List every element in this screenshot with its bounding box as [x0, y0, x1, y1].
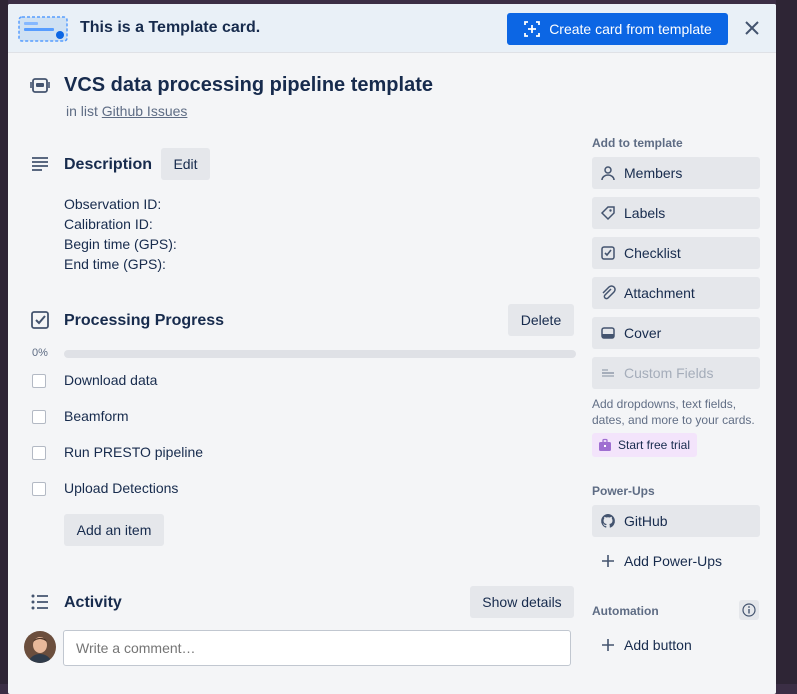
create-card-from-template-button[interactable]: Create card from template: [507, 13, 728, 45]
labels-button[interactable]: Labels: [592, 197, 760, 229]
fields-icon: [600, 365, 616, 381]
checklist-progress-bar: [64, 350, 576, 358]
custom-fields-label: Custom Fields: [624, 365, 714, 381]
github-label: GitHub: [624, 513, 668, 529]
power-ups-heading: Power-Ups: [592, 484, 655, 498]
show-details-button[interactable]: Show details: [470, 586, 574, 618]
custom-fields-button[interactable]: Custom Fields: [592, 357, 760, 389]
github-power-up-button[interactable]: GitHub: [592, 505, 760, 537]
checklist-item[interactable]: Upload Detections: [32, 479, 178, 499]
edit-description-button[interactable]: Edit: [161, 148, 210, 180]
members-button[interactable]: Members: [592, 157, 760, 189]
add-button-label: Add button: [624, 637, 692, 653]
comment-input[interactable]: [63, 630, 571, 666]
delete-checklist-button[interactable]: Delete: [508, 304, 574, 336]
add-to-template-heading: Add to template: [592, 136, 683, 150]
checkbox[interactable]: [32, 374, 46, 388]
automation-heading: Automation: [592, 604, 659, 618]
create-card-icon: [524, 21, 541, 37]
labels-label: Labels: [624, 205, 666, 221]
attachment-button[interactable]: Attachment: [592, 277, 760, 309]
checkbox[interactable]: [32, 446, 46, 460]
plus-icon: [600, 637, 616, 653]
template-card-illustration-icon: [18, 16, 68, 42]
add-automation-button[interactable]: Add button: [592, 629, 760, 661]
checklist-item-label[interactable]: Upload Detections: [64, 480, 178, 496]
card-icon: [30, 75, 50, 95]
template-banner-text: This is a Template card.: [80, 19, 261, 36]
checklist-item[interactable]: Beamform: [32, 407, 129, 427]
checklist-button[interactable]: Checklist: [592, 237, 760, 269]
checkbox[interactable]: [32, 482, 46, 496]
list-link[interactable]: Github Issues: [102, 103, 188, 119]
checklist-icon: [30, 310, 50, 330]
add-power-ups-label: Add Power-Ups: [624, 553, 723, 569]
custom-fields-note: Add dropdowns, text fields, dates, and m…: [592, 397, 755, 427]
checkbox-icon: [600, 245, 616, 261]
card-detail-dialog: This is a Template card. Create card fro…: [8, 4, 776, 694]
checklist-label: Checklist: [624, 245, 681, 261]
template-banner: This is a Template card. Create card fro…: [8, 4, 776, 53]
activity-icon: [30, 592, 50, 612]
paperclip-icon: [600, 285, 616, 301]
board-backdrop-left: [0, 0, 8, 684]
person-icon: [600, 165, 616, 181]
avatar[interactable]: [24, 631, 56, 663]
checkbox[interactable]: [32, 410, 46, 424]
attachment-label: Attachment: [624, 285, 695, 301]
checklist-heading[interactable]: Processing Progress: [64, 312, 224, 330]
start-free-trial-button[interactable]: Start free trial: [592, 433, 697, 457]
checklist-percent: 0%: [32, 347, 48, 359]
checklist-item-label[interactable]: Run PRESTO pipeline: [64, 444, 203, 460]
checklist-item-label[interactable]: Download data: [64, 372, 157, 388]
description-line: Calibration ID:: [64, 216, 153, 232]
description-line: Begin time (GPS):: [64, 236, 177, 252]
github-icon: [600, 513, 616, 529]
checklist-item-label[interactable]: Beamform: [64, 408, 129, 424]
info-icon[interactable]: [739, 600, 759, 620]
description-icon: [30, 154, 50, 174]
checklist-item[interactable]: Run PRESTO pipeline: [32, 443, 203, 463]
description-line: End time (GPS):: [64, 256, 166, 272]
in-list-text: in list Github Issues: [66, 103, 187, 119]
members-label: Members: [624, 165, 683, 181]
checklist-item[interactable]: Download data: [32, 371, 157, 391]
cover-label: Cover: [624, 325, 662, 341]
close-icon: [745, 21, 759, 35]
in-list-prefix: in list: [66, 103, 98, 119]
cover-icon: [600, 325, 616, 341]
description-heading: Description: [64, 156, 153, 173]
briefcase-icon: [598, 438, 612, 452]
start-free-trial-label: Start free trial: [618, 438, 691, 452]
cover-button[interactable]: Cover: [592, 317, 760, 349]
card-title[interactable]: VCS data processing pipeline template: [64, 74, 433, 97]
activity-heading: Activity: [64, 594, 122, 611]
create-card-label: Create card from template: [549, 21, 712, 37]
close-button[interactable]: [742, 18, 762, 38]
tag-icon: [600, 205, 616, 221]
add-checklist-item-button[interactable]: Add an item: [64, 514, 164, 546]
add-power-ups-button[interactable]: Add Power-Ups: [592, 545, 760, 577]
description-body[interactable]: Observation ID: Calibration ID: Begin ti…: [64, 194, 177, 274]
plus-icon: [600, 553, 616, 569]
board-backdrop-right: [776, 0, 797, 684]
description-line: Observation ID:: [64, 196, 162, 212]
